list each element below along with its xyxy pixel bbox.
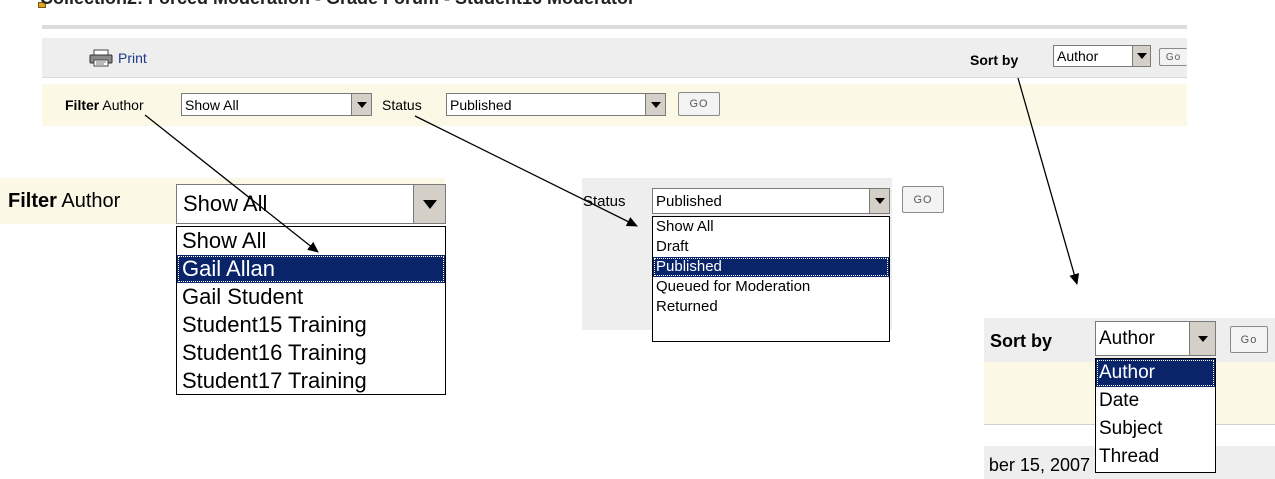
zoom-status-label: Status (583, 193, 626, 210)
zoom-sort-label: Sort by (990, 331, 1053, 351)
author-select[interactable]: Show All (181, 93, 372, 116)
sort-go-button[interactable]: Go (1159, 48, 1187, 66)
status-select-value: Published (450, 96, 512, 113)
dropdown-option[interactable]: Subject (1096, 415, 1215, 443)
zoom-filter-label: Filter (8, 190, 57, 212)
dropdown-option[interactable]: Show All (177, 227, 445, 255)
sort-select-value: Author (1057, 48, 1099, 64)
status-select[interactable]: Published (446, 93, 666, 116)
dropdown-option[interactable]: Thread (1096, 443, 1215, 471)
header-divider (42, 25, 1187, 29)
zoom-sort-select-value: Author (1099, 327, 1155, 349)
chevron-down-icon[interactable] (413, 185, 445, 223)
sort-label: Sort by (970, 52, 1019, 68)
dropdown-option[interactable]: Student17 Training (177, 367, 445, 394)
zoom-status-dropdown: Show All Draft Published Queued for Mode… (652, 216, 890, 342)
page-title: Collection2: Forced Moderation - Grade F… (40, 0, 635, 10)
zoom-sort-go-button[interactable]: Go (1230, 326, 1268, 353)
dropdown-option[interactable]: Date (1096, 387, 1215, 415)
print-button[interactable]: Print (88, 49, 147, 67)
print-label: Print (118, 50, 147, 66)
zoom-author-label: Author (61, 190, 121, 212)
dropdown-option-highlighted[interactable]: Gail Allan (177, 255, 445, 283)
filter-go-button[interactable]: GO (678, 92, 720, 116)
dropdown-option[interactable]: Student15 Training (177, 311, 445, 339)
dropdown-option[interactable]: Draft (653, 237, 889, 257)
zoom-filter-author-group: Filter Author (8, 190, 120, 213)
dropdown-option[interactable]: Queued for Moderation (653, 277, 889, 297)
zoom-sort-select[interactable]: Author (1095, 321, 1216, 356)
dropdown-option-highlighted[interactable]: Author (1096, 359, 1215, 387)
dropdown-option[interactable]: Student16 Training (177, 339, 445, 367)
chevron-down-icon[interactable] (351, 94, 371, 115)
zoom-sort-dropdown: Author Date Subject Thread (1095, 358, 1216, 473)
chevron-down-icon[interactable] (645, 94, 665, 115)
zoom-status-select-value: Published (656, 192, 722, 210)
dropdown-option-highlighted[interactable]: Published (653, 257, 889, 277)
chevron-down-icon[interactable] (1132, 46, 1150, 66)
date-fragment: ber 15, 2007 (988, 455, 1090, 475)
chevron-down-icon[interactable] (1189, 322, 1215, 355)
zoom-author-dropdown: Show All Gail Allan Gail Student Student… (176, 226, 446, 395)
status-label: Status (382, 97, 422, 113)
dropdown-option[interactable]: Show All (653, 217, 889, 237)
printer-icon (89, 49, 113, 67)
sort-select[interactable]: Author (1053, 45, 1151, 67)
zoom-status-go-button[interactable]: GO (902, 186, 944, 213)
author-label: Author (102, 97, 144, 113)
dropdown-option[interactable]: Returned (653, 297, 889, 317)
zoom-author-select[interactable]: Show All (176, 184, 446, 224)
dropdown-option[interactable]: Gail Student (177, 283, 445, 311)
filter-author-group: Filter Author (65, 97, 144, 113)
zoom-author-select-value: Show All (183, 191, 268, 216)
filter-label: Filter (65, 97, 100, 113)
zoom-status-select[interactable]: Published (652, 188, 890, 214)
author-select-value: Show All (185, 96, 239, 113)
chevron-down-icon[interactable] (869, 189, 889, 213)
